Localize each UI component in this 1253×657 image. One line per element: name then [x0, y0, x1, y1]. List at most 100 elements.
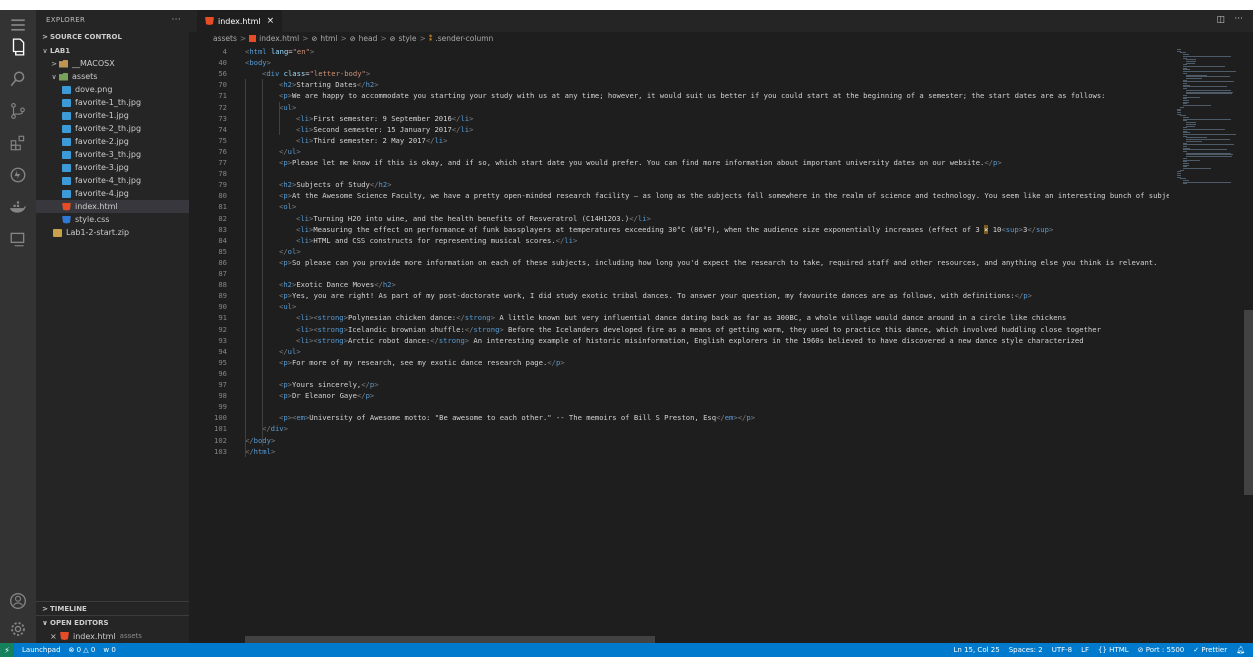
code-line: 85 </ol>	[189, 246, 1169, 257]
language-mode[interactable]: {} HTML	[1098, 646, 1129, 654]
code-text: <html lang="en">	[245, 46, 314, 57]
token-punct: >	[391, 280, 396, 290]
code-line: 94 </ul>	[189, 346, 1169, 357]
token-punct: >	[469, 124, 474, 134]
breadcrumb-item[interactable]: assets	[213, 34, 237, 43]
problems-item[interactable]: ⊗ 0 △ 0	[69, 646, 96, 654]
token-text: University of Awesome motto: "Be awesome…	[309, 413, 717, 423]
tree-item[interactable]: favorite-4_th.jpg	[36, 174, 189, 187]
cursor-position[interactable]: Ln 15, Col 25	[954, 646, 1000, 654]
search-icon[interactable]	[0, 64, 36, 94]
minimap-line	[1186, 93, 1232, 95]
line-number: 87	[218, 269, 227, 278]
line-number: 86	[218, 257, 227, 267]
open-editor-item[interactable]: × index.html assets	[36, 629, 189, 643]
tree-item[interactable]: Lab1-2-start.zip	[36, 226, 189, 239]
remote-indicator[interactable]: ⚡	[0, 643, 14, 657]
code-line: 76 </ul>	[189, 146, 1169, 157]
more-actions-icon[interactable]: ···	[1234, 14, 1243, 24]
token-tag: li	[300, 224, 309, 234]
tree-item-label: dove.png	[75, 85, 113, 94]
indentation[interactable]: Spaces: 2	[1009, 646, 1043, 654]
notifications-icon[interactable]: 🔔︎	[1236, 646, 1245, 654]
code-line: 90 <ul>	[189, 301, 1169, 312]
token-tag: em	[296, 413, 305, 423]
explorer-more-icon[interactable]: ···	[172, 15, 181, 25]
prettier-status[interactable]: ✓ Prettier	[1193, 646, 1227, 654]
token-string: "en"	[292, 47, 310, 56]
line-number: 75	[218, 135, 227, 145]
tree-item[interactable]: > __MACOSX	[36, 57, 189, 70]
line-number: 95	[218, 357, 227, 367]
image-file-icon	[62, 111, 71, 120]
element-symbol-icon: ⊘	[311, 34, 318, 43]
encoding[interactable]: UTF-8	[1052, 646, 1072, 654]
status-bar: ⚡ Launchpad ⊗ 0 △ 0 ᴡ 0 Ln 15, Col 25 Sp…	[0, 643, 1253, 657]
token-punct: >	[270, 435, 276, 445]
code-line: 75 <li>Third semester: 2 May 2017</li>	[189, 135, 1169, 146]
tree-item[interactable]: favorite-4.jpg	[36, 187, 189, 200]
ports-item[interactable]: ᴡ 0	[103, 646, 115, 654]
split-editor-icon[interactable]: ◫	[1216, 15, 1225, 25]
close-icon[interactable]: ×	[267, 16, 275, 26]
live-share-icon[interactable]	[0, 224, 36, 254]
minimap[interactable]	[1169, 45, 1253, 643]
settings-gear-icon[interactable]	[0, 614, 36, 644]
code-line: 81 <ol>	[189, 201, 1169, 212]
token-tag: h2	[283, 280, 292, 290]
line-number: 82	[218, 213, 227, 223]
minimap-line	[1183, 81, 1234, 83]
launchpad-item[interactable]: Launchpad	[22, 646, 61, 654]
code-line: 74 <li>Second semester: 15 January 2017</…	[189, 124, 1169, 135]
code-editor[interactable]: 4 <html lang="en"> 40 <body> 56 <div class="l…	[189, 45, 1169, 643]
timeline-section[interactable]: > TIMELINE	[36, 601, 189, 615]
tree-item[interactable]: favorite-3_th.jpg	[36, 148, 189, 161]
token-tag: li	[300, 324, 309, 334]
close-icon[interactable]: ×	[50, 632, 60, 641]
source-control-section[interactable]: > SOURCE CONTROL	[36, 30, 189, 44]
extensions-icon[interactable]	[0, 128, 36, 158]
account-icon[interactable]	[0, 586, 36, 616]
breadcrumb-item[interactable]: html	[320, 34, 337, 43]
breadcrumb-item[interactable]: style	[399, 34, 417, 43]
tree-item[interactable]: favorite-1_th.jpg	[36, 96, 189, 109]
remote-explorer-icon[interactable]	[0, 160, 36, 190]
tree-item[interactable]: favorite-3.jpg	[36, 161, 189, 174]
open-editors-section[interactable]: ∨ OPEN EDITORS	[36, 615, 189, 629]
tree-item[interactable]: favorite-2_th.jpg	[36, 122, 189, 135]
tree-item[interactable]: favorite-1.jpg	[36, 109, 189, 122]
code-text: <li><strong>Icelandic brownian shuffle:<…	[296, 324, 1101, 335]
line-number: 93	[218, 335, 227, 345]
vertical-scrollbar[interactable]	[1244, 310, 1253, 495]
tree-item[interactable]: favorite-2.jpg	[36, 135, 189, 148]
html-file-icon	[205, 17, 214, 25]
line-number: 99	[218, 402, 227, 412]
breadcrumb-item[interactable]: .sender-column	[435, 34, 493, 43]
line-number: 4	[222, 47, 227, 56]
minimap-line	[1186, 125, 1195, 127]
line-number: 71	[218, 91, 227, 101]
source-control-icon[interactable]	[0, 96, 36, 126]
tree-item[interactable]: style.css	[36, 213, 189, 226]
horizontal-scrollbar[interactable]	[245, 636, 655, 643]
minimap-line	[1183, 128, 1225, 130]
tree-item[interactable]: ∨ assets	[36, 70, 189, 83]
tree-item[interactable]: index.html	[36, 200, 189, 213]
tab-index-html[interactable]: index.html ×	[197, 10, 283, 32]
explorer-icon[interactable]	[0, 32, 36, 62]
breadcrumb-item[interactable]: head	[359, 34, 378, 43]
code-text: <p>So please can you provide more inform…	[279, 257, 1157, 268]
image-file-icon	[62, 85, 71, 94]
docker-icon[interactable]	[0, 192, 36, 222]
token-tag: strong	[473, 324, 500, 334]
token-punct: </	[716, 413, 725, 423]
code-text: </div>	[262, 423, 288, 434]
breadcrumb-item[interactable]: index.html	[259, 34, 299, 43]
live-server-port[interactable]: ⊘ Port : 5500	[1138, 646, 1185, 654]
tree-item[interactable]: ∨ LAB1	[36, 44, 189, 57]
editor-tabs: index.html × ◫ ···	[189, 10, 1253, 32]
minimap-line	[1186, 62, 1195, 64]
token-punct: >	[291, 102, 297, 112]
end-of-line[interactable]: LF	[1081, 646, 1089, 654]
tree-item[interactable]: dove.png	[36, 83, 189, 96]
